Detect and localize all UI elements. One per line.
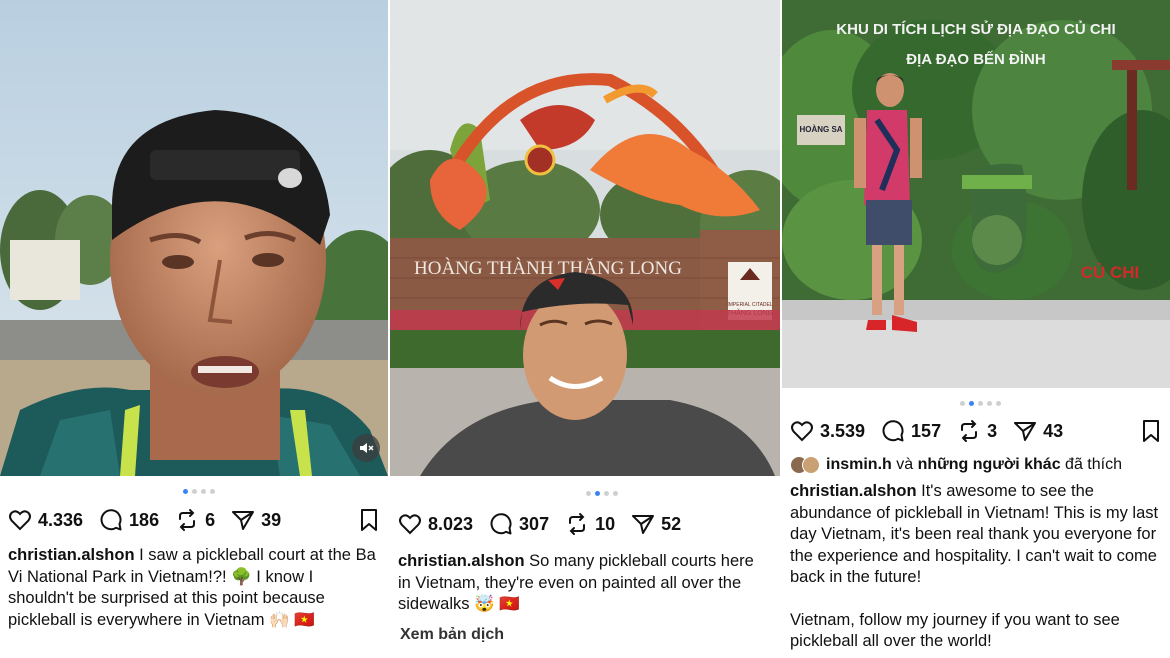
like-count: 4.336: [38, 509, 84, 530]
heart-icon: [399, 514, 421, 535]
repost-icon: [961, 420, 978, 442]
liked-by-suffix: đã thích: [1065, 456, 1122, 473]
carousel-dot: [604, 491, 609, 496]
banner-line-1: KHU DI TÍCH LỊCH SỬ ĐỊA ĐẠO CỦ CHI: [836, 20, 1115, 38]
banner-line-2: ĐỊA ĐẠO BẾN ĐÌNH: [906, 51, 1045, 68]
carousel-dot: [960, 401, 965, 406]
carousel-dot: [210, 489, 215, 494]
citadel-sign: HOÀNG THÀNH THĂNG LONG: [414, 257, 682, 279]
post-caption: christian.alshon It's awesome to see the…: [790, 481, 1160, 653]
repost-button[interactable]: 3: [957, 419, 997, 443]
heart-icon: [791, 421, 813, 442]
like-button[interactable]: 8.023: [398, 512, 473, 536]
comment-button[interactable]: 307: [489, 512, 549, 536]
carousel-dot: [978, 401, 983, 406]
post-actions: 4.336 186 6 39: [8, 508, 380, 532]
share-count: 39: [261, 509, 282, 530]
carousel-dot: [987, 401, 992, 406]
carousel-dot: [586, 491, 591, 496]
comment-icon: [882, 420, 904, 442]
bookmark-icon[interactable]: [358, 508, 380, 532]
carousel-indicator: [586, 491, 618, 496]
carousel-dot: [595, 491, 600, 496]
post-1: 4.336 186 6 39 christian.alshon I saw a …: [0, 0, 388, 658]
send-icon: [1014, 422, 1037, 441]
carousel-dot: [969, 401, 974, 406]
liked-by-connector: và: [896, 456, 914, 473]
post-actions: 3.539 157 3 43: [790, 419, 1162, 443]
carousel-dot: [613, 491, 618, 496]
comment-count: 157: [911, 420, 942, 441]
share-count: 43: [1043, 420, 1064, 441]
liker-avatars[interactable]: [790, 456, 820, 474]
share-button[interactable]: 52: [631, 512, 681, 536]
heart-icon: [9, 510, 31, 531]
username-link[interactable]: christian.alshon: [790, 482, 917, 500]
post-caption: christian.alshon So many pickleball cour…: [398, 551, 770, 616]
username-link[interactable]: christian.alshon: [8, 546, 135, 564]
share-button[interactable]: 39: [231, 508, 281, 532]
carousel-dot: [192, 489, 197, 494]
comment-icon: [490, 513, 512, 535]
post-3-photo[interactable]: HOÀNG SA KHU DI TÍCH LỊCH SỬ ĐỊA ĐẠO CỦ …: [782, 0, 1170, 388]
like-button[interactable]: 3.539: [790, 419, 865, 443]
post-3: HOÀNG SA KHU DI TÍCH LỊCH SỬ ĐỊA ĐẠO CỦ …: [782, 0, 1170, 658]
repost-icon: [569, 513, 586, 535]
post-caption: christian.alshon I saw a pickleball cour…: [8, 545, 378, 631]
post-1-video[interactable]: [0, 0, 388, 476]
repost-count: 10: [595, 513, 616, 534]
carousel-indicator: [960, 401, 1001, 406]
like-count: 8.023: [428, 513, 474, 534]
post-2: HOÀNG THÀNH THĂNG LONG IMPERIAL CITADEL …: [390, 0, 780, 658]
mute-button[interactable]: [352, 434, 380, 462]
like-count: 3.539: [820, 420, 866, 441]
share-button[interactable]: 43: [1013, 419, 1063, 443]
repost-count: 3: [987, 420, 998, 441]
bookmark-icon[interactable]: [1140, 419, 1162, 443]
avatar: [802, 456, 820, 474]
carousel-dot: [183, 489, 188, 494]
comment-button[interactable]: 186: [99, 508, 159, 532]
comment-count: 307: [519, 513, 550, 534]
comment-button[interactable]: 157: [881, 419, 941, 443]
like-button[interactable]: 4.336: [8, 508, 83, 532]
carousel-dot: [996, 401, 1001, 406]
hoang-sa-sign: HOÀNG SA: [799, 125, 842, 134]
repost-button[interactable]: 6: [175, 508, 215, 532]
cu-chi-wall-label: CỦ CHI: [1081, 263, 1140, 282]
carousel-dot: [201, 489, 206, 494]
caption-text-paragraph-2: Vietnam, follow my journey if you want t…: [790, 610, 1120, 651]
comment-count: 186: [129, 509, 160, 530]
send-icon: [632, 515, 655, 534]
liked-by-others-link[interactable]: những người khác: [918, 456, 1061, 474]
send-icon: [232, 511, 255, 530]
share-count: 52: [661, 513, 682, 534]
speaker-muted-icon: [360, 443, 374, 453]
comment-icon: [100, 509, 122, 531]
citadel-badge-line1: IMPERIAL CITADEL: [727, 302, 773, 308]
liker-username[interactable]: insmin.h: [826, 456, 892, 474]
username-link[interactable]: christian.alshon: [398, 552, 525, 570]
liked-by-line: insmin.h và những người khác đã thích: [790, 456, 1122, 474]
post-actions: 8.023 307 10 52: [398, 512, 772, 536]
post-2-photo[interactable]: HOÀNG THÀNH THĂNG LONG IMPERIAL CITADEL …: [390, 0, 780, 476]
repost-icon: [179, 509, 196, 531]
carousel-indicator: [183, 489, 215, 494]
repost-count: 6: [205, 509, 216, 530]
see-translation-link[interactable]: Xem bản dịch: [400, 626, 504, 644]
repost-button[interactable]: 10: [565, 512, 615, 536]
